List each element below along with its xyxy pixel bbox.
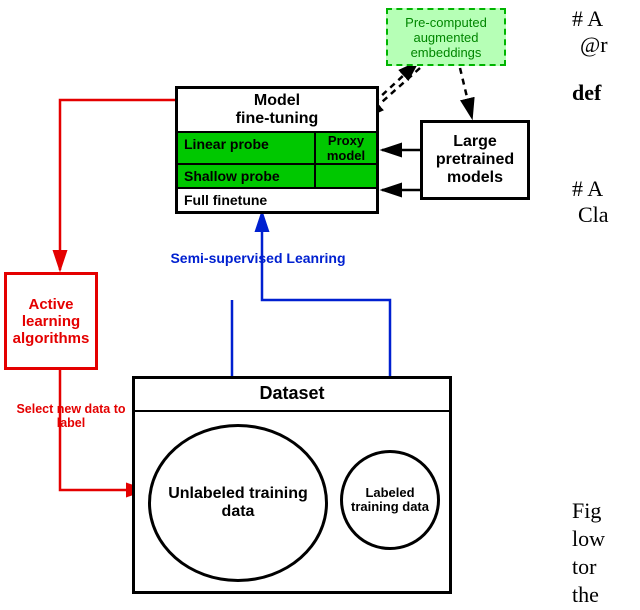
code-hash-1: # A	[572, 6, 603, 32]
active-learning-label: Active learning algorithms	[11, 296, 91, 347]
shallow-probe: Shallow probe	[178, 165, 316, 187]
labeled-data-circle: Labeled training data	[340, 450, 440, 550]
large-pm-label: Large pretrained models	[427, 133, 523, 187]
text-low: low	[572, 526, 605, 552]
active-learning-box: Active learning algorithms	[4, 272, 98, 370]
dataset-title: Dataset	[135, 379, 449, 412]
precomputed-embeddings-box: Pre-computed augmented embeddings	[386, 8, 506, 66]
code-hash-2: # A	[572, 176, 603, 202]
proxy-model-box: Proxymodel	[316, 133, 376, 163]
model-ft-title: Model fine-tuning	[178, 89, 376, 131]
labeled-label: Labeled training data	[343, 486, 437, 514]
model-finetuning-box: Model fine-tuning Linear probe Proxymode…	[175, 86, 379, 214]
model-ft-title-l1: Model	[254, 92, 300, 109]
model-ft-title-l2: fine-tuning	[236, 110, 319, 127]
proxy-l2: model	[327, 148, 365, 163]
select-data-edge-label: Select new data to label	[16, 402, 126, 430]
unlabeled-data-circle: Unlabeled training data	[148, 424, 328, 582]
proxy-l1: Proxy	[328, 133, 364, 148]
large-pretrained-models-box: Large pretrained models	[420, 120, 530, 200]
text-fig: Fig	[572, 498, 601, 524]
code-def: def	[572, 80, 601, 106]
full-finetune: Full finetune	[178, 187, 376, 211]
precomputed-label: Pre-computed augmented embeddings	[390, 15, 502, 60]
text-the: the	[572, 582, 599, 608]
code-cla: Cla	[578, 202, 609, 228]
linear-probe: Linear probe	[178, 133, 316, 163]
ssl-edge-label: Semi-supervised Leanring	[148, 250, 368, 266]
unlabeled-label: Unlabeled training data	[151, 485, 325, 521]
proxy-model-box-cont	[316, 165, 376, 187]
code-at: @r	[580, 32, 608, 58]
text-tor: tor	[572, 554, 596, 580]
